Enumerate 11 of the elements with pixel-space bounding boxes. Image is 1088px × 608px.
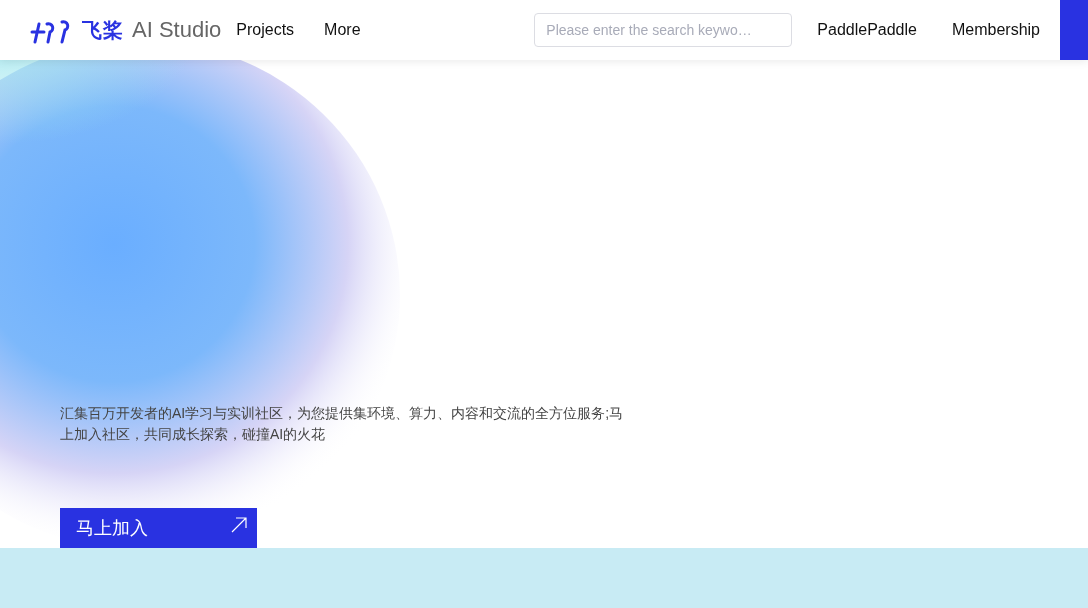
brand-name: 飞桨	[82, 17, 124, 43]
join-button[interactable]: 马上加入	[60, 508, 257, 548]
product-name: AI Studio	[132, 17, 222, 43]
hero-description: 汇集百万开发者的AI学习与实训社区，为您提供集环境、算力、内容和交流的全方位服务;马上加入社区，共同成长探索，碰撞AI的火花	[60, 404, 625, 444]
header-tab[interactable]	[1060, 0, 1088, 60]
search-field[interactable]: Please enter the search keywo…	[534, 13, 793, 47]
nav-link[interactable]: More	[324, 21, 361, 39]
nav-link[interactable]: Projects	[236, 21, 295, 39]
nav-link[interactable]: PaddlePaddle	[817, 21, 917, 39]
nav-link[interactable]: Membership	[951, 21, 1040, 39]
arrow-icon	[231, 517, 247, 533]
